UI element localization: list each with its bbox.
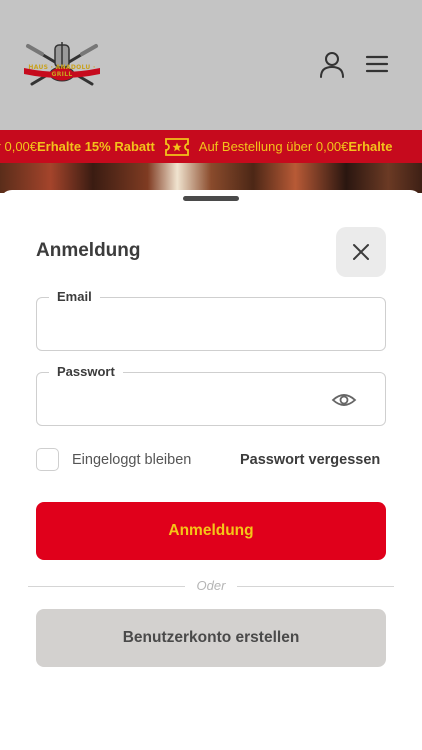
create-account-button[interactable]: Benutzerkonto erstellen bbox=[36, 609, 386, 667]
ticker-text: g über 0,00€ bbox=[0, 139, 38, 154]
divider-label: Oder bbox=[196, 578, 226, 593]
ticker-text: Erhalte 15% Rabatt bbox=[37, 139, 155, 154]
ticker-text: Auf Bestellung über 0,00€ bbox=[198, 139, 349, 154]
password-input[interactable] bbox=[51, 387, 331, 413]
hamburger-menu-icon[interactable] bbox=[363, 50, 391, 78]
promo-ticker: g über 0,00€ Erhalte 15% Rabatt Auf Best… bbox=[0, 130, 422, 163]
forgot-password-link[interactable]: Passwort vergessen bbox=[240, 452, 380, 468]
logo-text: HAUS · ANADOLU · GRILL bbox=[28, 64, 96, 78]
close-button[interactable] bbox=[336, 227, 386, 277]
password-label: Passwort bbox=[49, 364, 123, 379]
restaurant-logo[interactable]: HAUS · ANADOLU · GRILL bbox=[22, 40, 102, 90]
divider-line bbox=[28, 586, 185, 587]
email-field[interactable]: Email bbox=[36, 289, 386, 351]
food-banner-image bbox=[0, 163, 422, 193]
sheet-drag-handle[interactable] bbox=[183, 196, 239, 201]
login-button[interactable]: Anmeldung bbox=[36, 502, 386, 560]
login-title: Anmeldung bbox=[36, 240, 141, 261]
divider-line bbox=[237, 586, 394, 587]
ticket-icon bbox=[164, 137, 189, 156]
ticker-text: Erhalte bbox=[348, 139, 393, 154]
email-label: Email bbox=[49, 289, 100, 304]
close-icon bbox=[353, 244, 369, 260]
eye-icon[interactable] bbox=[331, 389, 357, 411]
login-sheet: Anmeldung Email Passwort Eingeloggt blei… bbox=[0, 190, 422, 750]
email-input[interactable] bbox=[51, 312, 331, 338]
remember-me-checkbox[interactable] bbox=[36, 448, 59, 471]
password-field[interactable]: Passwort bbox=[36, 364, 386, 426]
user-icon[interactable] bbox=[318, 50, 346, 78]
remember-me-label: Eingeloggt bleiben bbox=[72, 452, 192, 468]
app-header: HAUS · ANADOLU · GRILL bbox=[0, 0, 422, 130]
